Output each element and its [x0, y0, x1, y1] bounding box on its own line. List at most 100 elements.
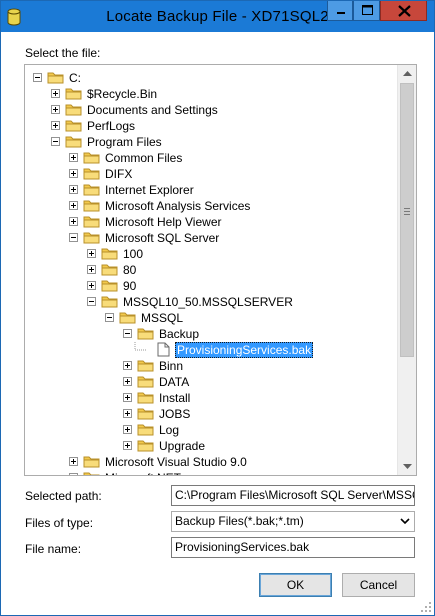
tree-node[interactable]: Binn: [25, 358, 398, 374]
folder-icon: [119, 312, 136, 324]
file-tree[interactable]: C: $Recycle.Bin Documents and Settings Perf…: [24, 64, 417, 476]
expand-icon[interactable]: [69, 185, 78, 194]
folder-icon: [137, 408, 154, 420]
expand-icon[interactable]: [69, 473, 78, 475]
tree-node[interactable]: Common Files: [25, 150, 398, 166]
expand-icon[interactable]: [87, 249, 96, 258]
file-name-label: File name:: [25, 542, 82, 556]
ok-button[interactable]: OK: [259, 573, 332, 597]
collapse-icon[interactable]: [69, 233, 78, 242]
tree-node[interactable]: Internet Explorer: [25, 182, 398, 198]
tree-node-label: Install: [159, 391, 191, 405]
collapse-icon[interactable]: [33, 73, 42, 82]
tree-node[interactable]: Log: [25, 422, 398, 438]
tree-node[interactable]: Install: [25, 390, 398, 406]
tree-node-label: Backup: [159, 327, 200, 341]
scroll-up-arrow-icon[interactable]: [398, 65, 417, 82]
collapse-icon[interactable]: [105, 313, 114, 322]
minimize-button[interactable]: [327, 1, 353, 21]
tree-node-label: DIFX: [105, 167, 133, 181]
tree-node[interactable]: 90: [25, 278, 398, 294]
files-of-type-select[interactable]: Backup Files(*.bak;*.tm): [171, 511, 415, 532]
expand-icon[interactable]: [69, 217, 78, 226]
folder-icon: [83, 232, 100, 244]
folder-icon: [137, 424, 154, 436]
expand-icon[interactable]: [51, 89, 60, 98]
collapse-icon[interactable]: [123, 329, 132, 338]
tree-node[interactable]: 100: [25, 246, 398, 262]
expand-icon[interactable]: [69, 457, 78, 466]
tree-node[interactable]: MSSQL: [25, 310, 398, 326]
folder-icon: [101, 280, 118, 292]
expand-icon[interactable]: [69, 153, 78, 162]
selected-path-field[interactable]: C:\Program Files\Microsoft SQL Server\MS…: [171, 485, 415, 506]
tree-node[interactable]: JOBS: [25, 406, 398, 422]
tree-node-label: MSSQL10_50.MSSQLSERVER: [123, 295, 293, 309]
tree-node[interactable]: $Recycle.Bin: [25, 86, 398, 102]
expand-icon[interactable]: [51, 121, 60, 130]
tree-node-label: 100: [123, 247, 144, 261]
folder-icon: [137, 440, 154, 452]
tree-node-label: Log: [159, 423, 180, 437]
tree-node[interactable]: Documents and Settings: [25, 102, 398, 118]
cancel-button[interactable]: Cancel: [342, 573, 415, 597]
expand-icon[interactable]: [123, 425, 132, 434]
scroll-down-arrow-icon[interactable]: [398, 458, 417, 475]
tree-node[interactable]: Upgrade: [25, 438, 398, 454]
tree-node[interactable]: Microsoft Visual Studio 9.0: [25, 454, 398, 470]
folder-icon: [65, 136, 82, 148]
tree-node-label: MSSQL: [141, 311, 184, 325]
maximize-icon: [362, 5, 373, 15]
scroll-grip-line: [404, 208, 410, 209]
file-name-field[interactable]: ProvisioningServices.bak: [171, 537, 415, 558]
tree-node[interactable]: C:: [25, 70, 398, 86]
expand-icon[interactable]: [51, 105, 60, 114]
tree-node-label: Internet Explorer: [105, 183, 194, 197]
tree-node-label: 90: [123, 279, 137, 293]
tree-node[interactable]: DATA: [25, 374, 398, 390]
folder-icon: [83, 168, 100, 180]
expand-icon[interactable]: [87, 265, 96, 274]
vertical-scrollbar[interactable]: [397, 65, 416, 475]
tree-node-label: 80: [123, 263, 137, 277]
expand-icon[interactable]: [69, 201, 78, 210]
tree-node-label: C:: [69, 71, 81, 85]
title-bar[interactable]: Locate Backup File - XD71SQL2: [1, 1, 434, 32]
resize-grip-icon[interactable]: [420, 601, 432, 613]
tree-node-label: DATA: [159, 375, 190, 389]
tree-node-label: ProvisioningServices.bak: [175, 342, 314, 358]
folder-icon: [65, 120, 82, 132]
expand-icon[interactable]: [123, 377, 132, 386]
tree-node[interactable]: PerfLogs: [25, 118, 398, 134]
tree-node[interactable]: DIFX: [25, 166, 398, 182]
scroll-thumb[interactable]: [400, 83, 414, 357]
expand-icon[interactable]: [69, 169, 78, 178]
folder-icon: [83, 200, 100, 212]
tree-node[interactable]: MSSQL10_50.MSSQLSERVER: [25, 294, 398, 310]
expand-icon[interactable]: [123, 361, 132, 370]
tree-connector: [134, 342, 147, 351]
tree-node[interactable]: Microsoft.NET: [25, 470, 398, 475]
files-of-type-value: Backup Files(*.bak;*.tm): [175, 514, 304, 528]
scroll-grip-line: [404, 211, 410, 212]
folder-icon: [101, 248, 118, 260]
expand-icon[interactable]: [123, 409, 132, 418]
tree-node[interactable]: Microsoft SQL Server: [25, 230, 398, 246]
expand-icon[interactable]: [123, 441, 132, 450]
selected-path-label: Selected path:: [25, 489, 102, 503]
tree-node[interactable]: Program Files: [25, 134, 398, 150]
tree-nodes: C: $Recycle.Bin Documents and Settings Perf…: [25, 65, 398, 475]
tree-node[interactable]: Microsoft Help Viewer: [25, 214, 398, 230]
collapse-icon[interactable]: [87, 297, 96, 306]
maximize-button[interactable]: [353, 1, 380, 21]
tree-node[interactable]: ProvisioningServices.bak: [25, 342, 398, 358]
tree-node[interactable]: Microsoft Analysis Services: [25, 198, 398, 214]
tree-node[interactable]: Backup: [25, 326, 398, 342]
collapse-icon[interactable]: [51, 137, 60, 146]
tree-node[interactable]: 80: [25, 262, 398, 278]
folder-icon: [65, 88, 82, 100]
expand-icon[interactable]: [123, 393, 132, 402]
close-button[interactable]: [380, 1, 427, 21]
expand-icon[interactable]: [87, 281, 96, 290]
tree-node-label: Binn: [159, 359, 184, 373]
